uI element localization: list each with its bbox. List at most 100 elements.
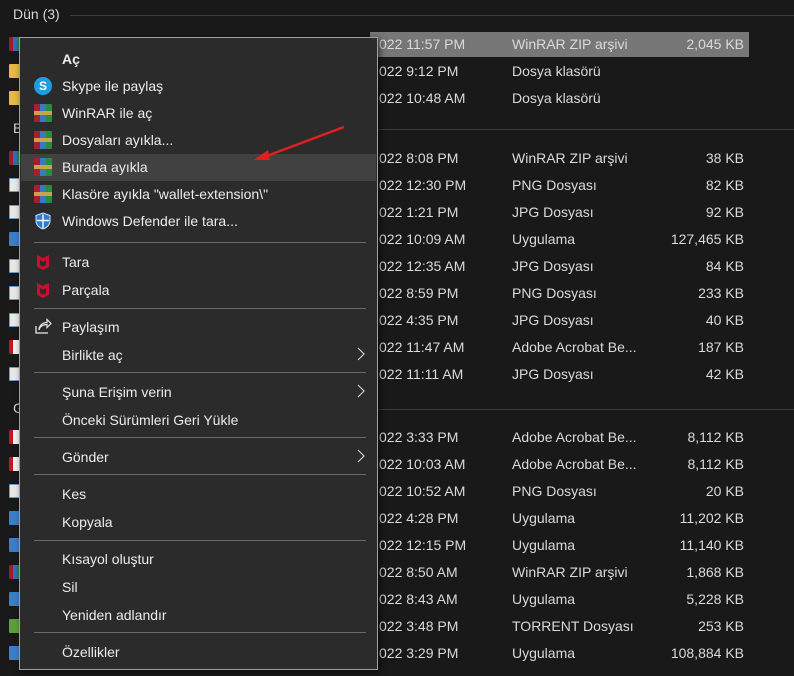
file-date: 022 8:59 PM — [379, 285, 459, 301]
menu-item-label: Burada ayıkla — [62, 159, 148, 175]
menu-item-restore-versions[interactable]: Önceki Sürümleri Geri Yükle — [21, 407, 376, 434]
menu-separator — [34, 540, 366, 541]
menu-item-mcafee-scan[interactable]: Tara — [21, 249, 376, 276]
file-date: 022 11:11 AM — [379, 366, 464, 382]
file-date: 022 8:43 AM — [379, 591, 458, 607]
skype-icon: S — [34, 77, 52, 95]
menu-item-label: Kes — [62, 486, 87, 502]
menu-item-label: Birlikte aç — [62, 347, 123, 363]
mcafee-icon — [34, 253, 52, 271]
menu-item-label: Windows Defender ile tara... — [62, 213, 238, 229]
menu-item-mcafee-shred[interactable]: Parçala — [21, 277, 376, 304]
menu-item-skype-share[interactable]: S Skype ile paylaş — [21, 73, 376, 100]
menu-item-copy[interactable]: Kopyala — [21, 509, 376, 536]
menu-item-label: Kısayol oluştur — [62, 551, 154, 567]
menu-item-rename[interactable]: Yeniden adlandır — [21, 602, 376, 629]
menu-item-label: Aç — [62, 51, 80, 67]
file-date: 022 3:48 PM — [379, 618, 459, 634]
menu-item-label: Sil — [62, 579, 78, 595]
file-date: 022 10:48 AM — [379, 90, 466, 106]
file-size: 8,112 KB — [687, 429, 744, 445]
menu-item-share[interactable]: Paylaşım — [21, 314, 376, 341]
menu-item-delete[interactable]: Sil — [21, 574, 376, 601]
file-size: 1,868 KB — [686, 564, 744, 580]
winrar-icon — [34, 158, 52, 176]
file-size: 82 KB — [705, 177, 744, 193]
file-type: Adobe Acrobat Be... — [512, 339, 637, 355]
file-size: 84 KB — [705, 258, 744, 274]
menu-separator — [34, 437, 366, 438]
file-type: WinRAR ZIP arşivi — [512, 564, 628, 580]
file-size: 42 KB — [705, 366, 744, 382]
menu-separator — [34, 474, 366, 475]
file-type: Uygulama — [512, 231, 576, 247]
file-type: WinRAR ZIP arşivi — [512, 150, 628, 166]
file-size: 38 KB — [705, 150, 744, 166]
file-date: 022 4:28 PM — [379, 510, 459, 526]
group-header-yesterday[interactable]: Dün (3) — [0, 3, 794, 27]
file-size: 127,465 KB — [670, 231, 744, 247]
file-type: Uygulama — [512, 645, 576, 661]
file-type: PNG Dosyası — [512, 285, 597, 301]
group-header-label: Dün (3) — [13, 6, 60, 22]
file-type: Adobe Acrobat Be... — [512, 456, 637, 472]
menu-item-label: Kopyala — [62, 514, 113, 530]
menu-item-open[interactable]: Aç — [21, 46, 376, 73]
file-type: PNG Dosyası — [512, 177, 597, 193]
file-type: JPG Dosyası — [512, 258, 594, 274]
menu-separator — [34, 372, 366, 373]
windows-defender-icon — [34, 212, 52, 230]
file-date: 022 12:30 PM — [379, 177, 467, 193]
file-type: WinRAR ZIP arşivi — [512, 36, 628, 52]
menu-item-properties[interactable]: Özellikler — [21, 639, 376, 666]
file-size: 187 KB — [698, 339, 744, 355]
file-date: 022 10:52 AM — [379, 483, 466, 499]
winrar-icon — [34, 185, 52, 203]
menu-separator — [34, 242, 366, 243]
menu-item-give-access[interactable]: Şuna Erişim verin — [21, 379, 376, 406]
group-divider — [70, 15, 794, 16]
mcafee-icon — [34, 281, 52, 299]
file-size: 11,202 KB — [679, 510, 744, 526]
file-date: 022 8:08 PM — [379, 150, 459, 166]
file-date: 022 11:47 AM — [379, 339, 465, 355]
file-date: 022 10:09 AM — [379, 231, 466, 247]
file-size: 5,228 KB — [686, 591, 744, 607]
menu-item-label: Tara — [62, 254, 90, 270]
file-date: 022 11:57 PM — [379, 36, 466, 52]
chevron-right-icon — [357, 384, 365, 398]
file-type: JPG Dosyası — [512, 204, 594, 220]
file-size: 20 KB — [705, 483, 744, 499]
menu-item-send-to[interactable]: Gönder — [21, 444, 376, 471]
file-date: 022 9:12 PM — [379, 63, 459, 79]
menu-item-extract-to-folder[interactable]: Klasöre ayıkla "wallet-extension\" — [21, 181, 376, 208]
menu-item-label: Dosyaları ayıkla... — [62, 132, 174, 148]
file-type: JPG Dosyası — [512, 366, 594, 382]
menu-item-cut[interactable]: Kes — [21, 481, 376, 508]
file-type: Uygulama — [512, 591, 576, 607]
menu-item-label: Klasöre ayıkla "wallet-extension\" — [62, 186, 269, 202]
menu-item-label: Gönder — [62, 449, 109, 465]
file-date: 022 1:21 PM — [379, 204, 459, 220]
menu-item-label: Özellikler — [62, 644, 120, 660]
menu-separator — [34, 632, 366, 633]
file-type: PNG Dosyası — [512, 483, 597, 499]
menu-separator — [34, 308, 366, 309]
menu-item-open-with[interactable]: Birlikte aç — [21, 342, 376, 369]
menu-item-create-shortcut[interactable]: Kısayol oluştur — [21, 546, 376, 573]
file-date: 022 4:35 PM — [379, 312, 459, 328]
file-date: 022 3:33 PM — [379, 429, 459, 445]
file-type: Uygulama — [512, 537, 576, 553]
file-date: 022 12:35 AM — [379, 258, 466, 274]
file-type: Adobe Acrobat Be... — [512, 429, 637, 445]
file-size: 253 KB — [698, 618, 744, 634]
share-icon — [34, 318, 52, 336]
menu-item-open-with-winrar[interactable]: WinRAR ile aç — [21, 100, 376, 127]
menu-item-defender-scan[interactable]: Windows Defender ile tara... — [21, 208, 376, 235]
annotation-arrow-icon — [254, 125, 345, 160]
menu-item-label: Önceki Sürümleri Geri Yükle — [62, 412, 239, 428]
menu-item-label: Skype ile paylaş — [62, 78, 164, 94]
file-size: 92 KB — [705, 204, 744, 220]
file-date: 022 8:50 AM — [379, 564, 458, 580]
winrar-icon — [34, 104, 52, 122]
